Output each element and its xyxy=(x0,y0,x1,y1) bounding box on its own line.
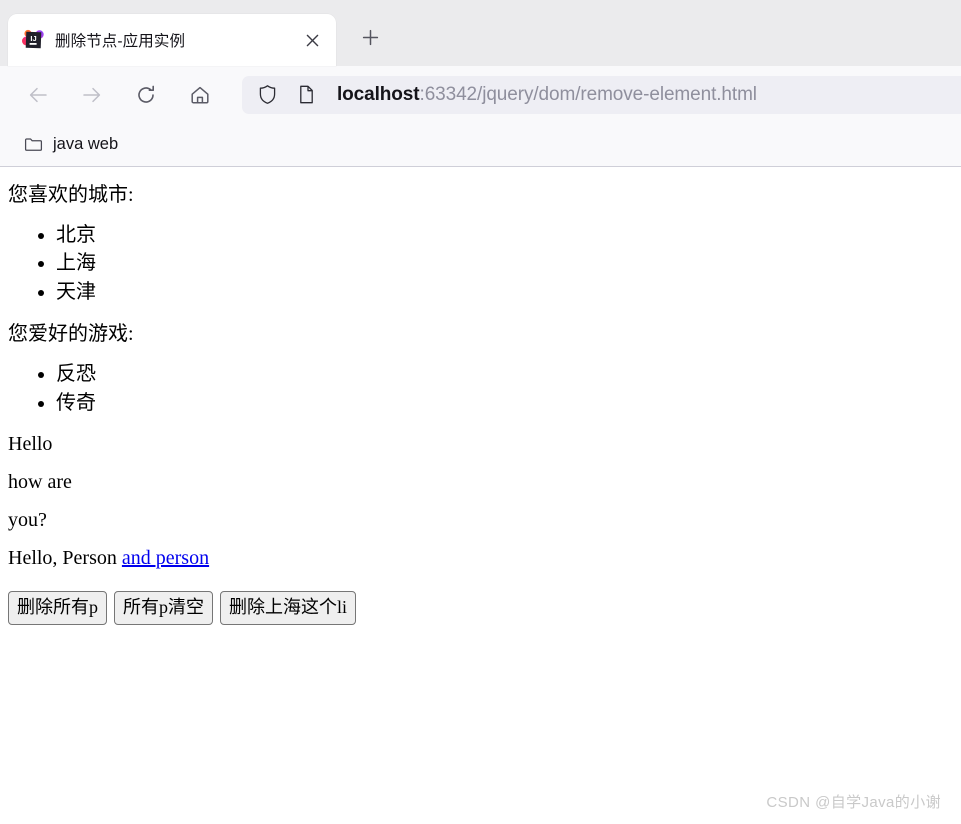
paragraph-person: Hello, Person and person xyxy=(8,547,953,569)
reload-icon xyxy=(135,84,157,106)
games-heading: 您爱好的游戏: xyxy=(8,323,134,346)
address-bar[interactable]: localhost:63342/jquery/dom/remove-elemen… xyxy=(242,75,961,114)
games-list: 反恐 传奇 xyxy=(8,360,953,417)
home-button[interactable] xyxy=(182,77,218,113)
bookmark-label: java web xyxy=(53,135,119,153)
new-tab-button[interactable] xyxy=(354,24,386,56)
plus-icon xyxy=(362,29,379,51)
list-item: 天津 xyxy=(56,278,953,306)
url-text: localhost:63342/jquery/dom/remove-elemen… xyxy=(337,84,757,106)
folder-icon xyxy=(24,135,43,154)
list-item: 反恐 xyxy=(56,360,953,388)
paragraph-how-are: how are xyxy=(8,470,72,493)
navigation-toolbar: localhost:63342/jquery/dom/remove-elemen… xyxy=(0,66,961,123)
empty-all-p-button[interactable]: 所有p清空 xyxy=(114,590,213,625)
browser-tab-active[interactable]: IJ 删除节点-应用实例 xyxy=(8,14,336,66)
remove-all-p-button[interactable]: 删除所有p xyxy=(8,590,107,625)
button-row: 删除所有p 所有p清空 删除上海这个li xyxy=(8,590,953,625)
home-icon xyxy=(189,84,211,106)
back-button[interactable] xyxy=(20,77,56,113)
paragraph-hello: Hello xyxy=(8,432,53,455)
list-item: 北京 xyxy=(56,221,953,249)
page-content: 您喜欢的城市: 北京 上海 天津 您爱好的游戏: 反恐 传奇 Hello how… xyxy=(0,167,961,824)
csdn-watermark: CSDN @自学Java的小谢 xyxy=(766,794,941,811)
list-item: 传奇 xyxy=(56,389,953,417)
arrow-left-icon xyxy=(27,84,49,106)
remove-shanghai-li-button[interactable]: 删除上海这个li xyxy=(220,590,357,625)
forward-button[interactable] xyxy=(74,77,110,113)
bookmarks-bar: java web xyxy=(0,123,961,167)
cities-list: 北京 上海 天津 xyxy=(8,221,953,306)
and-person-link[interactable]: and person xyxy=(122,547,209,569)
url-host: localhost xyxy=(337,83,420,105)
cities-heading: 您喜欢的城市: xyxy=(8,184,134,206)
bookmark-item-java-web[interactable]: java web xyxy=(18,130,124,160)
reload-button[interactable] xyxy=(128,77,164,113)
shield-icon[interactable] xyxy=(257,84,278,105)
intellij-idea-favicon: IJ xyxy=(22,29,44,51)
tab-strip: IJ 删除节点-应用实例 xyxy=(0,0,961,66)
arrow-right-icon xyxy=(81,84,103,106)
person-text: Hello, Person xyxy=(8,546,122,569)
close-icon[interactable] xyxy=(298,26,326,54)
url-path: :63342/jquery/dom/remove-element.html xyxy=(419,83,757,105)
svg-text:IJ: IJ xyxy=(30,34,36,43)
page-icon[interactable] xyxy=(296,84,317,105)
tab-title: 删除节点-应用实例 xyxy=(55,33,186,50)
browser-window: IJ 删除节点-应用实例 localhost:63342/jquery/dom/… xyxy=(0,0,961,824)
list-item: 上海 xyxy=(56,249,953,277)
paragraph-you: you? xyxy=(8,508,47,531)
